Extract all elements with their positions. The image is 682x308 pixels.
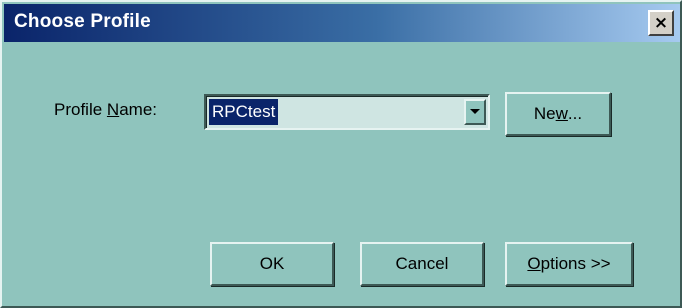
options-button[interactable]: Options >>: [505, 242, 633, 286]
chevron-down-icon[interactable]: [464, 99, 486, 125]
title-bar[interactable]: Choose Profile ×: [4, 4, 680, 42]
mnemonic-o: O: [527, 254, 541, 273]
mnemonic-w: w: [555, 104, 568, 123]
mnemonic-n: N: [106, 100, 120, 119]
selected-profile[interactable]: RPCtest: [209, 99, 279, 125]
choose-profile-dialog: Choose Profile × Profile Name: RPCtest N…: [0, 0, 682, 308]
new-button[interactable]: Ne w...: [505, 92, 611, 136]
cancel-button[interactable]: Cancel: [360, 242, 484, 286]
window-title: Choose Profile: [14, 11, 151, 32]
close-button[interactable]: ×: [648, 10, 674, 36]
profile-name-dropdown[interactable]: RPCtest: [204, 94, 490, 130]
profile-name-label: Profile Name:: [54, 100, 157, 119]
ok-button[interactable]: OK: [210, 242, 334, 286]
close-icon: ×: [653, 12, 669, 33]
